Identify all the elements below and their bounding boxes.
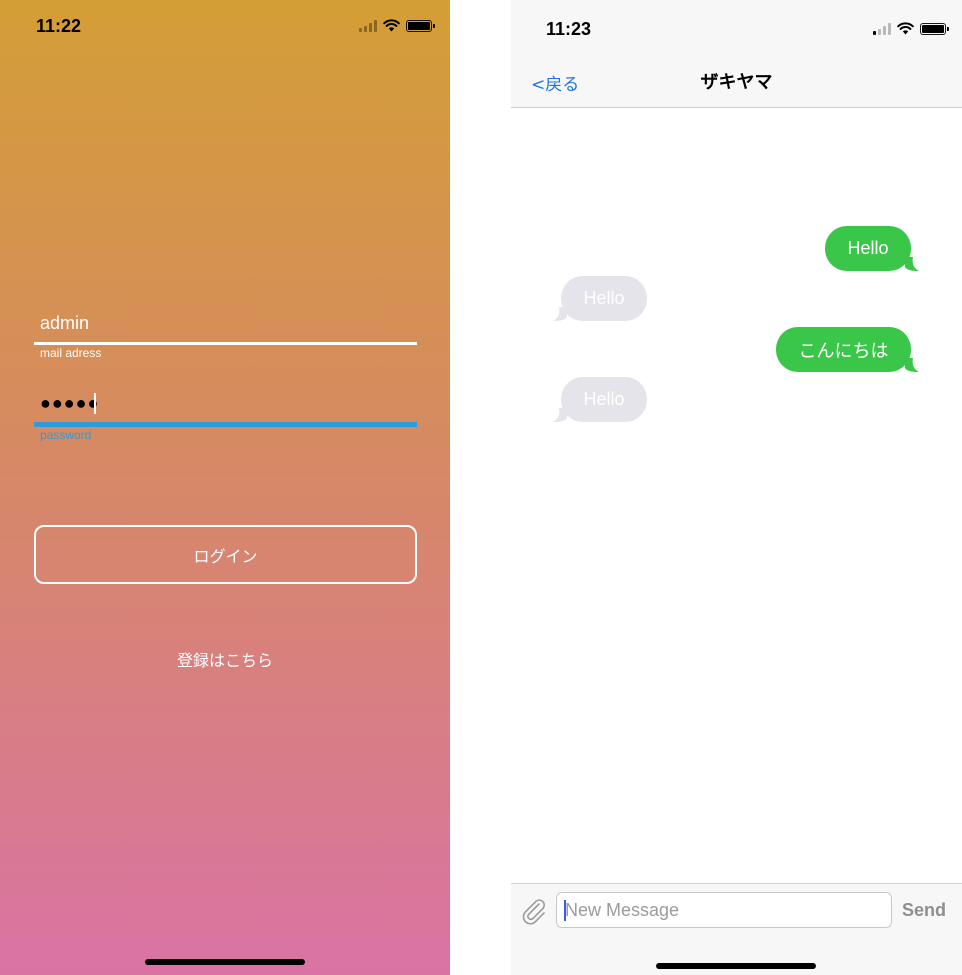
bubble-tail: [905, 358, 919, 372]
text-cursor: [564, 900, 566, 921]
paperclip-icon[interactable]: [519, 896, 549, 926]
bubble-tail: [553, 408, 567, 422]
email-field[interactable]: admin: [40, 313, 89, 334]
password-field-underline: [34, 422, 417, 427]
status-icons: [359, 19, 435, 32]
status-time: 11:23: [546, 19, 592, 39]
message-text: Hello: [583, 389, 625, 409]
message-input-bar: Send: [511, 883, 962, 975]
message-bubble-outgoing[interactable]: Hello: [825, 226, 919, 271]
status-icons: [873, 22, 949, 35]
message-bubble-incoming[interactable]: Hello: [553, 276, 647, 321]
message-bubble-incoming[interactable]: Hello: [553, 377, 647, 422]
bubble-tail: [905, 257, 919, 271]
password-field-label: password: [40, 428, 92, 442]
home-indicator[interactable]: [145, 959, 305, 965]
status-bar: 11:23: [511, 0, 962, 54]
email-field-underline: [34, 342, 417, 345]
wifi-icon: [383, 19, 400, 32]
password-field[interactable]: ●●●●●: [40, 393, 99, 414]
battery-icon: [406, 19, 435, 32]
message-text: こんにちは: [798, 340, 889, 361]
message-text: Hello: [583, 288, 625, 308]
wifi-icon: [897, 22, 914, 35]
chat-title: ザキヤマ: [700, 72, 773, 93]
chat-screen: 11:23 <戻る ザキヤマ Hello Hello こんにちは Hello N…: [511, 0, 962, 975]
message-text: Hello: [847, 238, 889, 258]
register-link[interactable]: 登録はこちら: [0, 647, 450, 671]
status-time: 11:22: [36, 16, 82, 36]
status-bar: 11:22: [0, 0, 450, 54]
home-indicator[interactable]: [656, 963, 816, 969]
message-bubble-outgoing[interactable]: こんにちは: [776, 327, 919, 372]
message-input[interactable]: [556, 892, 892, 928]
text-cursor: [94, 393, 96, 414]
battery-icon: [920, 22, 949, 35]
navigation-bar: 11:23 <戻る ザキヤマ: [511, 0, 962, 108]
login-button[interactable]: ログイン: [34, 525, 417, 584]
cellular-signal-icon: [873, 22, 891, 35]
send-button[interactable]: Send: [902, 900, 946, 921]
email-field-label: mail adress: [40, 346, 102, 360]
cellular-signal-icon: [359, 19, 377, 32]
bubble-tail: [553, 307, 567, 321]
login-screen: 11:22 admin mail adress ●●●●● password ロ…: [0, 0, 450, 975]
